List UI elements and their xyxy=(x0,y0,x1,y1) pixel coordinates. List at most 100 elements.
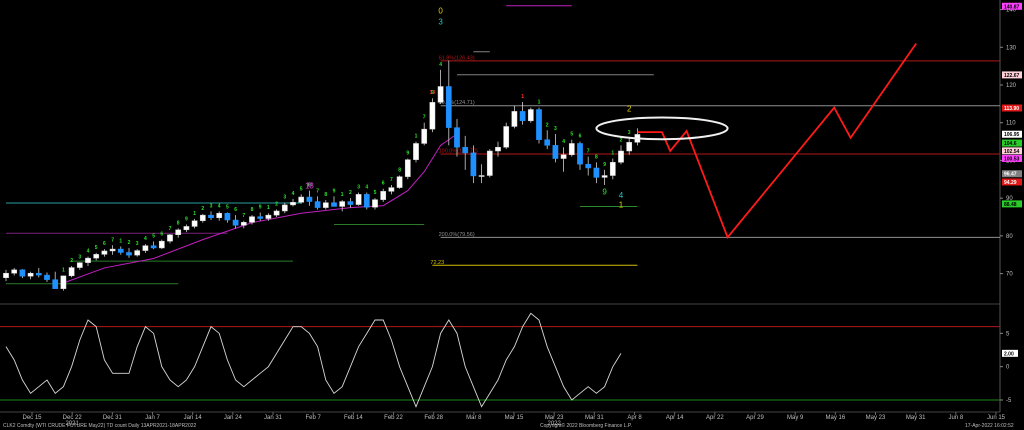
td-count-label: 2 xyxy=(620,137,623,143)
candle-body xyxy=(363,194,370,208)
candle-body xyxy=(240,222,247,226)
osc-last-tag-label: 2.00 xyxy=(1004,351,1014,357)
candle-body xyxy=(536,109,542,140)
td-count-label: 9 xyxy=(333,188,336,194)
td-count-label: 5 xyxy=(374,190,377,196)
candle-body xyxy=(273,210,280,216)
background xyxy=(0,0,1024,430)
candle-body xyxy=(183,226,190,231)
candle-body xyxy=(19,269,26,277)
candle-body xyxy=(68,267,75,277)
candle-body xyxy=(478,175,485,177)
candle-body xyxy=(60,275,67,289)
candle-body xyxy=(85,257,91,263)
candle-body xyxy=(117,248,124,253)
candle-body xyxy=(577,143,583,165)
candle-body xyxy=(568,143,575,156)
candle-body xyxy=(191,220,198,227)
candle-body xyxy=(404,159,411,177)
td-count-label: 4 xyxy=(144,236,147,242)
td-count-label: 3 xyxy=(554,126,557,132)
td-count-label: 9 xyxy=(259,204,262,210)
candle-body xyxy=(265,214,272,219)
level-label: 50.0%(124.71) xyxy=(439,100,475,106)
candle-body xyxy=(511,111,518,127)
td-count-label: 1 xyxy=(193,211,196,217)
candle-body xyxy=(167,234,173,242)
td-count-label: 1 xyxy=(119,238,122,244)
price-tag-label: 104.6 xyxy=(1004,141,1017,147)
candle-body xyxy=(175,229,182,235)
date-tick-label: Jun 15 xyxy=(987,415,1006,421)
price-tag-label: 102.54 xyxy=(1004,149,1020,155)
level-label: 200.0%(79.56) xyxy=(439,232,475,238)
level-label: 72.23 xyxy=(430,260,444,266)
candle-body xyxy=(609,162,616,176)
td-count-label: 4 xyxy=(87,249,90,255)
date-tick-label: Mar 15 xyxy=(505,415,524,421)
candle-body xyxy=(429,102,436,130)
td-count-label: 6 xyxy=(382,181,385,187)
candle-body xyxy=(470,152,477,177)
date-tick-label: Apr 14 xyxy=(666,415,684,421)
date-tick-label: Jun 8 xyxy=(948,415,963,421)
candle-body xyxy=(109,248,116,252)
candle-body xyxy=(216,212,223,219)
td-count-label: 8 xyxy=(595,154,598,160)
td-count-label: 6 xyxy=(103,241,106,247)
date-tick-label: May 23 xyxy=(866,415,886,421)
td-count-label: 5 xyxy=(300,186,303,192)
candle-body xyxy=(544,139,551,146)
td-count-label: 5 xyxy=(226,204,229,210)
candle-body xyxy=(224,212,231,221)
candle-body xyxy=(76,262,83,268)
td-count-label: 7 xyxy=(423,115,426,121)
candle-body xyxy=(445,86,452,128)
td-count-label: 4 xyxy=(218,203,221,209)
td-count-label: 2 xyxy=(201,206,204,212)
osc-tick-label: -5 xyxy=(1006,398,1012,404)
candle-body xyxy=(11,269,18,274)
chart-title: CLK2 Comdty (WTI CRUDE FUTURE May22) TD … xyxy=(3,423,197,429)
candle-body xyxy=(126,252,132,256)
price-tag-label: 140.87 xyxy=(1004,4,1020,10)
td-count-label: 3 xyxy=(283,195,286,201)
td-count-label: 1 xyxy=(267,205,270,211)
date-tick-label: Feb 28 xyxy=(424,415,443,421)
candle-body xyxy=(462,146,469,154)
date-tick-label: Feb 22 xyxy=(384,415,403,421)
date-tick-label: May 9 xyxy=(787,415,804,421)
date-tick-label: May 31 xyxy=(906,415,926,421)
date-tick-label: Feb 14 xyxy=(344,415,363,421)
td-count-label: 4 xyxy=(439,62,442,68)
candle-body xyxy=(593,167,600,178)
date-tick-label: Jan 31 xyxy=(264,415,283,421)
td-count-label: 4 xyxy=(562,139,565,145)
td-count-label: 1 xyxy=(521,94,524,100)
candle-body xyxy=(552,145,559,159)
td-count-label: 3 xyxy=(357,184,360,190)
td-count-label: 13 xyxy=(430,90,436,96)
price-tick-label: 80 xyxy=(1006,234,1013,240)
td-count-label: 7 xyxy=(587,149,590,155)
date-tick-label: Feb 7 xyxy=(305,415,321,421)
annotation-label: 3 xyxy=(438,18,443,27)
candle-body xyxy=(208,214,214,219)
annotation-label: 9 xyxy=(602,187,607,196)
td-count-label: 8 xyxy=(324,192,327,198)
candle-body xyxy=(437,86,444,103)
td-count-label: 2 xyxy=(349,190,352,196)
candle-body xyxy=(3,272,9,278)
td-count-label: 7 xyxy=(390,177,393,183)
price-tick-label: 120 xyxy=(1006,83,1017,89)
candle-body xyxy=(601,175,608,178)
candle-body xyxy=(150,245,157,249)
td-count-label: 1 xyxy=(538,100,541,106)
candle-body xyxy=(503,126,510,148)
td-count-label: 5 xyxy=(570,132,573,138)
date-tick-label: Apr 22 xyxy=(706,415,724,421)
td-count-label: 2 xyxy=(546,122,549,128)
date-tick-label: Dec 31 xyxy=(103,415,123,421)
candle-body xyxy=(27,272,34,277)
td-count-label: 7 xyxy=(169,226,172,232)
